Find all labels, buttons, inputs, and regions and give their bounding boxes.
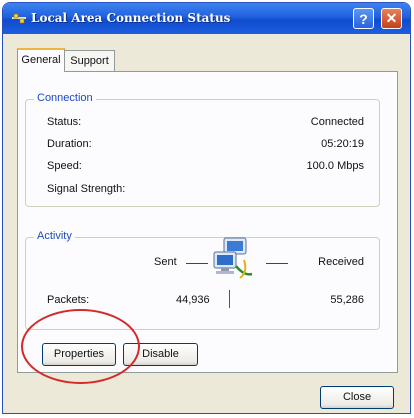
disable-button[interactable]: Disable [123, 343, 198, 366]
connection-group-title: Connection [34, 92, 96, 104]
speed-label: Speed: [47, 160, 82, 172]
status-label: Status: [47, 116, 82, 128]
duration-label: Duration: [47, 138, 92, 150]
packets-received-value: 55,286 [330, 294, 364, 306]
duration-value: 05:20:19 [321, 138, 364, 150]
window-title: Local Area Connection Status [31, 11, 231, 25]
status-window: Local Area Connection Status ? ✕ General… [2, 2, 411, 414]
network-connection-icon [12, 13, 26, 24]
duration-row: Duration: 05:20:19 [26, 138, 379, 152]
tab-support[interactable]: Support [64, 50, 115, 72]
title-bar[interactable]: Local Area Connection Status ? ✕ [3, 3, 410, 34]
help-button[interactable]: ? [353, 8, 374, 29]
status-row: Status: Connected [26, 116, 379, 130]
speed-row: Speed: 100.0 Mbps [26, 160, 379, 174]
network-computers-icon [213, 237, 253, 279]
connection-group: Connection Status: Connected Duration: 0… [25, 92, 380, 207]
close-button[interactable]: Close [320, 386, 394, 409]
speed-value: 100.0 Mbps [306, 160, 364, 172]
activity-group: Activity Sent Received Packets: 44,936 5… [25, 230, 380, 330]
signal-strength-row: Signal Strength: [26, 183, 379, 197]
properties-button[interactable]: Properties [42, 343, 116, 366]
activity-group-title: Activity [34, 230, 75, 242]
received-line [266, 263, 288, 264]
packets-divider [229, 290, 230, 308]
received-label: Received [318, 256, 364, 268]
tab-general[interactable]: General [17, 48, 65, 72]
sent-label: Sent [154, 256, 177, 268]
sent-line [186, 263, 208, 264]
tab-panel-general: Connection Status: Connected Duration: 0… [17, 71, 398, 373]
signal-strength-label: Signal Strength: [47, 183, 126, 195]
window-close-button[interactable]: ✕ [381, 8, 402, 29]
packets-sent-value: 44,936 [176, 294, 210, 306]
packets-label: Packets: [47, 294, 90, 306]
status-value: Connected [310, 116, 364, 128]
